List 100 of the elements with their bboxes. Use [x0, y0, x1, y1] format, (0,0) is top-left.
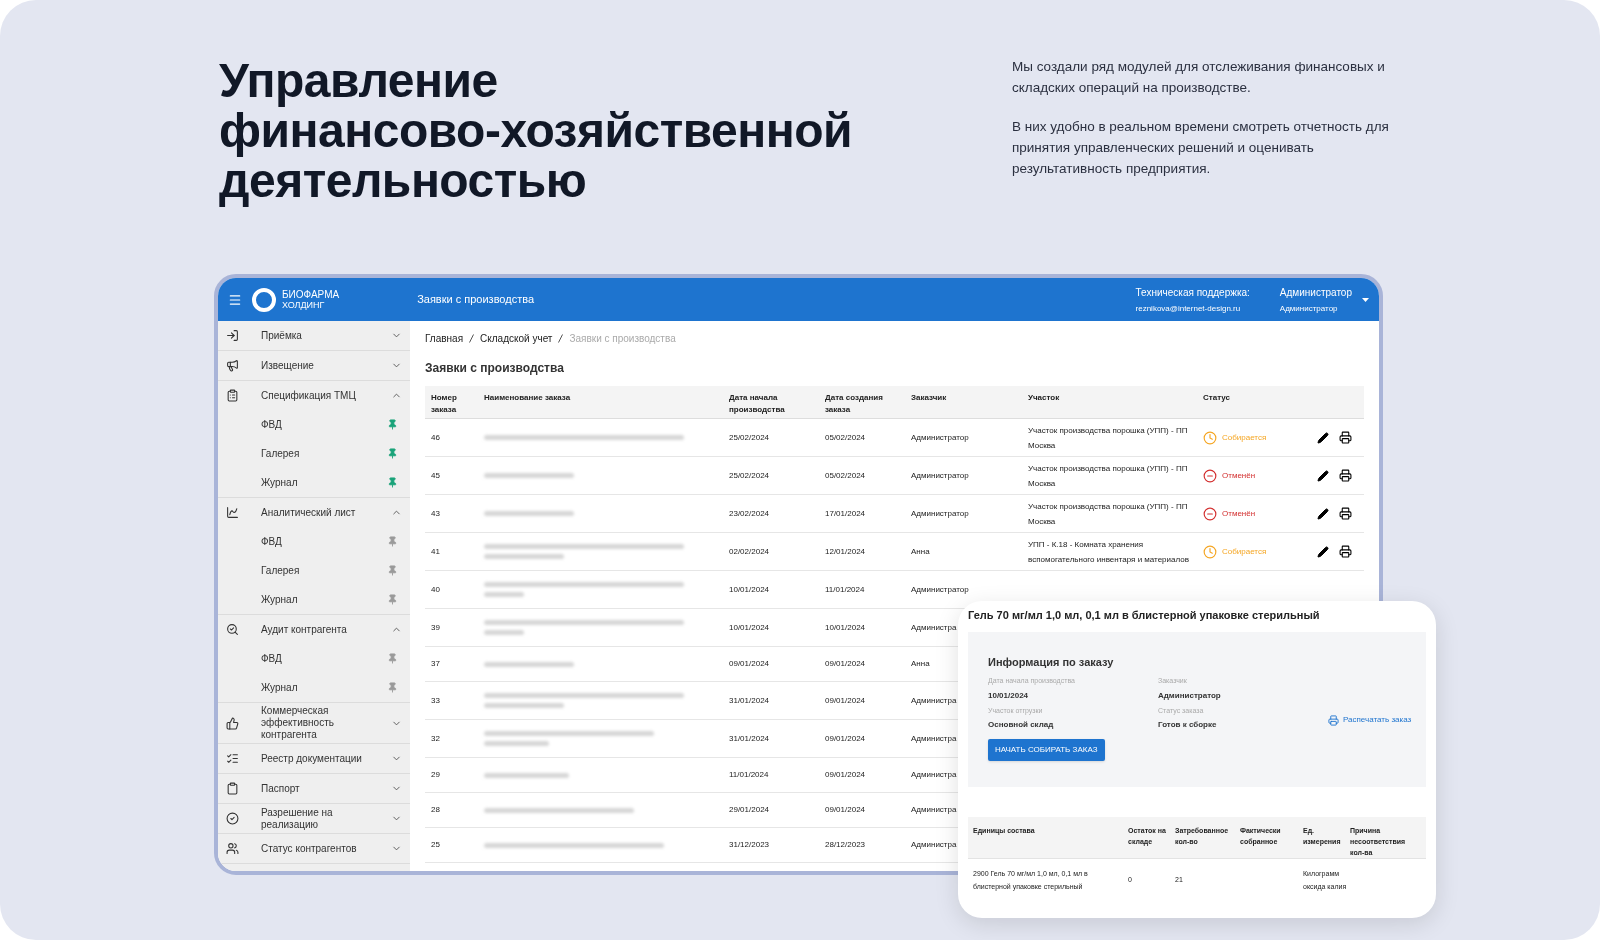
menu-icon[interactable] [228, 292, 242, 307]
column-header: Номер заказа [430, 392, 458, 416]
people-icon [226, 842, 239, 855]
printer-icon [1328, 714, 1339, 726]
sidebar-item[interactable]: Паспорт [218, 774, 410, 803]
table-cell: Администра [911, 622, 957, 632]
table-cell-text: 40 [430, 583, 441, 596]
thumbs-up-icon [226, 716, 239, 730]
table-cell-text: 46 [430, 431, 441, 444]
table-cell-text: 37 [430, 658, 441, 670]
table-cell-text: 25/02/2024 [728, 469, 771, 482]
sidebar-subitem[interactable]: ФВД [218, 527, 410, 556]
sidebar-item[interactable]: Спецификация ТМЦ [218, 381, 410, 410]
table-cell-text: Участок производства порошка (УПП) - ПП Москва [1027, 500, 1189, 528]
sidebar-item[interactable]: Аналитический лист [218, 498, 410, 527]
printer-icon[interactable] [1339, 431, 1352, 444]
printer-icon[interactable] [1339, 507, 1352, 520]
pin-icon[interactable] [387, 448, 398, 459]
sidebar-subitem[interactable]: Журнал [218, 585, 410, 614]
breadcrumb[interactable]: Складской учет [480, 331, 553, 346]
sidebar-subitem[interactable]: Галерея [218, 556, 410, 585]
info-title: Информация по заказу [988, 654, 1115, 670]
start-assembly-button[interactable]: НАЧАТЬ СОБИРАТЬ ЗАКАЗ [988, 739, 1105, 761]
pin-icon[interactable] [387, 419, 398, 430]
table-cell-text: 09/01/2024 [824, 694, 867, 707]
table-cell-text: 29/01/2024 [728, 804, 771, 816]
pencil-icon[interactable] [1317, 507, 1329, 520]
table-cell-text: 39 [430, 621, 441, 634]
breadcrumb[interactable]: Главная [425, 331, 464, 346]
table-cell: Администра [911, 840, 957, 849]
table-cell-text: 05/02/2024 [824, 431, 867, 444]
table-cell-text: 12/01/2024 [824, 545, 867, 558]
sidebar-item[interactable]: Аудит контрагента [218, 615, 410, 644]
table-cell: Анна [911, 546, 930, 556]
table-cell-text: Участок производства порошка (УПП) - ПП Москва [1027, 424, 1189, 452]
sidebar-item[interactable]: Реестр документации [218, 744, 410, 773]
logo-subtitle: ХОЛДИНГ [282, 299, 326, 310]
megaphone-icon [226, 359, 239, 372]
card-title: Гель 70 мг/мл 1,0 мл, 0,1 мл в блистерной упаковке стерильный [968, 608, 1321, 623]
table-cell-text: 32 [430, 732, 441, 745]
pin-icon[interactable] [387, 565, 398, 576]
table-cell-text: 41 [430, 545, 441, 558]
magnifier-icon [226, 623, 239, 636]
pencil-icon[interactable] [1317, 431, 1329, 444]
sidebar-item[interactable]: Статус контрагентов [218, 834, 410, 863]
sidebar-item[interactable]: Коммерческая эффективность контрагента [218, 703, 410, 743]
chart-icon [226, 506, 239, 519]
sidebar-subitem[interactable]: Галерея [218, 439, 410, 468]
sidebar-item[interactable]: Извещение [218, 351, 410, 380]
table-cell-text: 02/02/2024 [728, 545, 771, 558]
table-cell: Администратор [911, 432, 969, 442]
table-cell-text: 10/01/2024 [824, 621, 867, 634]
pin-icon[interactable] [387, 594, 398, 605]
sidebar-subitem[interactable]: Журнал [218, 468, 410, 497]
field-value: Администратор [1158, 689, 1222, 702]
pencil-icon[interactable] [1317, 545, 1329, 558]
status-label: Отменён [1222, 469, 1256, 482]
table-cell: Администра [911, 805, 957, 814]
table-cell: Администра [911, 733, 957, 743]
table-cell-text: 09/01/2024 [824, 804, 867, 816]
sidebar-item[interactable]: Разрешение на реализацию [218, 804, 410, 833]
check-circle-icon [226, 812, 239, 825]
sidebar-item[interactable]: Приёмка [218, 321, 410, 350]
table-cell-text: 10/01/2024 [728, 621, 771, 634]
enter-icon [226, 329, 239, 342]
pencil-icon[interactable] [1317, 469, 1329, 482]
table-cell-text: 31/01/2024 [728, 732, 771, 745]
table-cell-text: 09/01/2024 [824, 732, 867, 745]
pin-icon[interactable] [387, 536, 398, 547]
sidebar-subitem[interactable]: ФВД [218, 410, 410, 439]
pin-icon[interactable] [387, 682, 398, 693]
status-label: Собирается [1222, 545, 1267, 558]
print-link[interactable]: Распечатать заказ [1328, 714, 1412, 726]
status-label: Отменён [1222, 507, 1256, 520]
field-value: 10/01/2024 [988, 689, 1030, 702]
table-cell-text: 10/01/2024 [728, 583, 771, 596]
pin-icon[interactable] [387, 653, 398, 664]
table-cell-text: 23/02/2024 [728, 507, 771, 520]
column-header: Статус [1202, 392, 1231, 404]
separator-icon [558, 334, 564, 343]
table-cell-text: 25 [430, 839, 441, 851]
pin-icon[interactable] [387, 477, 398, 488]
logo-icon [252, 287, 276, 312]
table-cell-text: 28/12/2023 [824, 839, 867, 851]
user-menu[interactable]: Администратор Администратор [1279, 284, 1369, 315]
breadcrumb: Заявки с производства [569, 332, 676, 346]
printer-icon[interactable] [1339, 545, 1352, 558]
sidebar-subitem[interactable]: ФВД [218, 644, 410, 673]
blurred-text-drawing [484, 592, 524, 597]
table-cell-text: УПП - К.18 - Комната хранения вспомогательного инвентаря и материалов [1027, 538, 1190, 566]
printer-icon[interactable] [1339, 469, 1352, 482]
clipboard-icon [226, 782, 239, 795]
user-name: Администратор [1279, 285, 1352, 300]
hero-title: Управление финансово-хозяйственной деятельностью [219, 56, 854, 206]
table-cell-text: 43 [430, 507, 441, 520]
sidebar-subitem[interactable]: Журнал [218, 673, 410, 702]
column-header: Участок [1027, 392, 1061, 404]
table-cell: Администратор [911, 584, 969, 594]
table-cell-text: Участок производства порошка (УПП) - ПП Москва [1027, 462, 1189, 490]
caret-icon [1362, 297, 1369, 302]
